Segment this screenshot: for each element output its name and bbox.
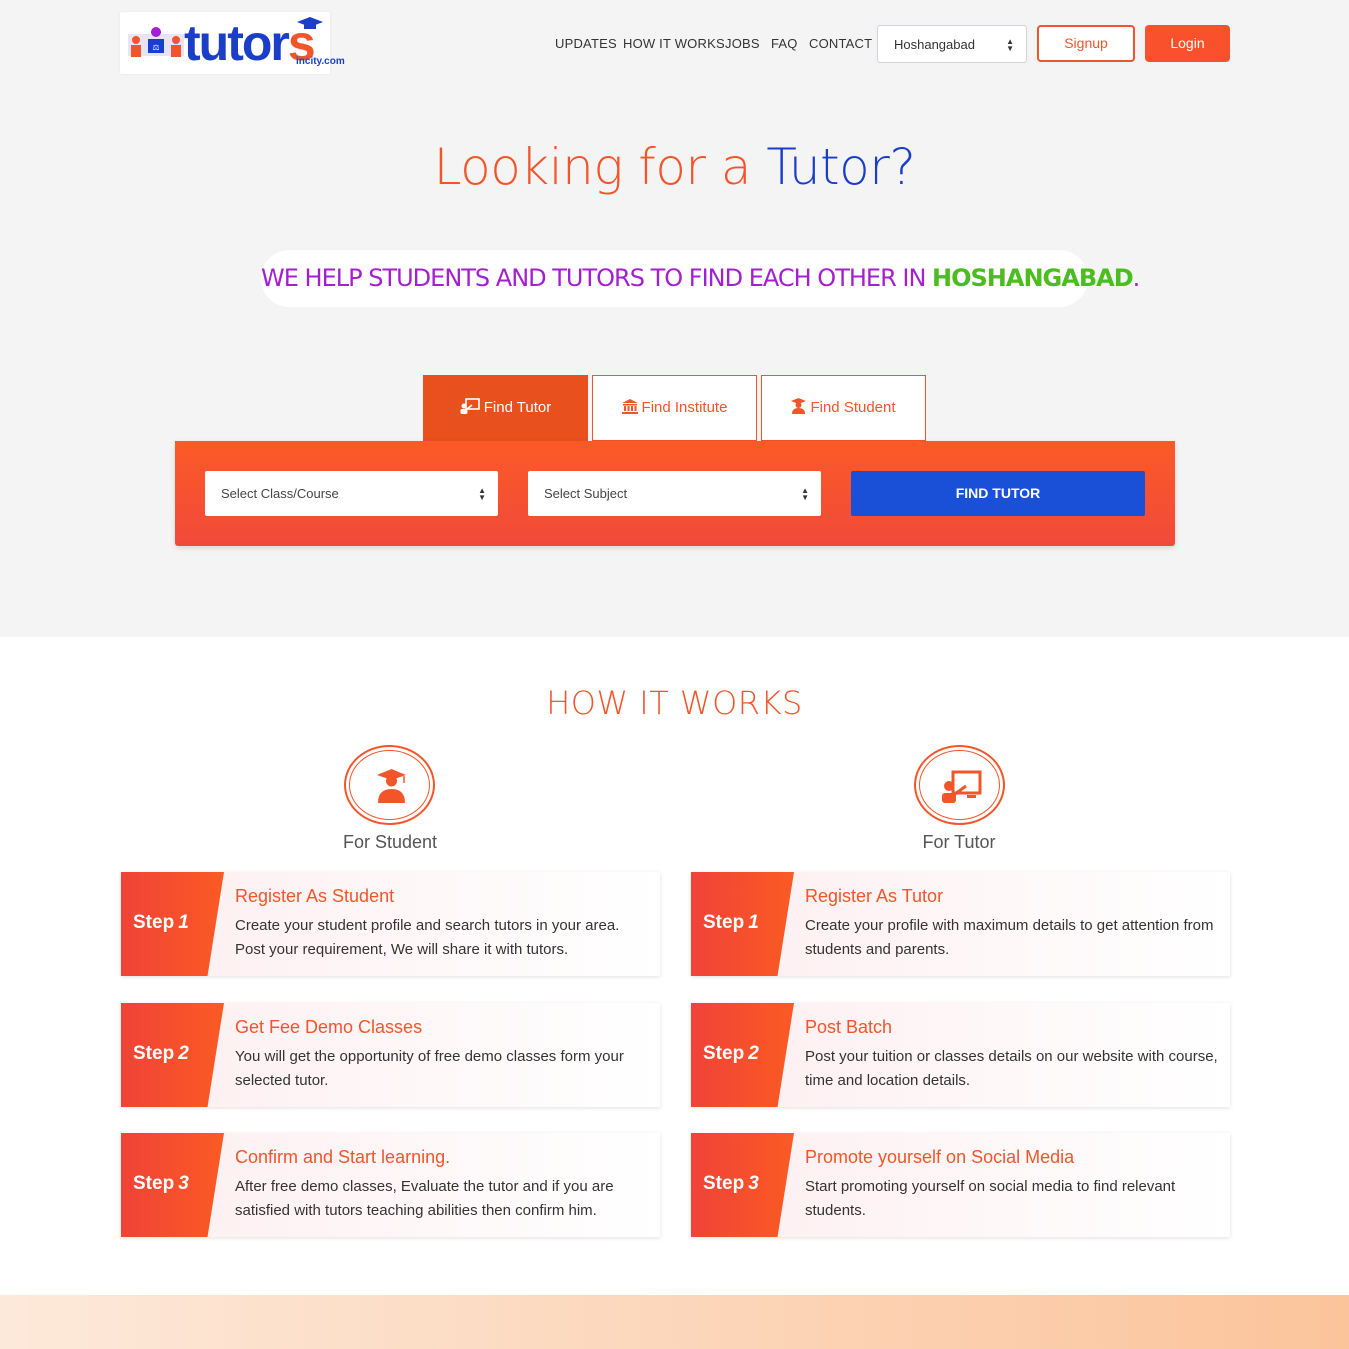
tutor-step-1: Step 1 Register As Tutor Create your prof… [691,872,1230,976]
footer-band [0,1295,1349,1349]
step-badge: Step 2 [691,1003,794,1107]
step-badge: Step 3 [691,1133,794,1237]
nav-updates[interactable]: UPDATES [555,36,617,51]
class-select-placeholder: Select Class/Course [221,486,339,501]
graduation-cap-icon [297,17,323,29]
site-logo[interactable]: ⚖ tutors incity.com [120,12,345,74]
hero-section: ⚖ tutors incity.com UPDATES HOW IT WORKS… [0,0,1349,637]
step-title: Get Fee Demo Classes [235,1017,423,1037]
logo-people-icon: ⚖ [128,27,184,57]
select-arrows-icon: ▲ ▼ [801,486,809,502]
tab-find-student[interactable]: Find Student [761,375,926,441]
step-badge: Step 1 [691,872,794,976]
class-select[interactable]: Select Class/Course ▲ ▼ [205,471,498,516]
search-panel: Select Class/Course ▲ ▼ Select Subject ▲ ▼… [175,441,1175,546]
subject-select[interactable]: Select Subject ▲ ▼ [528,471,821,516]
signup-button[interactable]: Signup [1037,25,1135,62]
step-description: You will get the opportunity of free dem… [235,1048,624,1089]
step-title: Promote yourself on Social Media [805,1147,1075,1167]
city-select[interactable]: Hoshangabad ▲ ▼ [877,25,1027,63]
step-title: Register As Student [235,886,395,906]
city-select-value: Hoshangabad [894,37,975,52]
step-description: Create your student profile and search t… [235,917,620,958]
tab-find-institute-label: Find Institute [641,399,728,416]
tab-find-tutor-label: Find Tutor [483,399,552,416]
chalkboard-teacher-icon [942,770,982,803]
nav-faq[interactable]: FAQ [771,36,798,51]
find-tutor-button[interactable]: FIND TUTOR [851,471,1145,516]
subject-select-placeholder: Select Subject [544,486,628,501]
for-tutor-label: For Tutor [922,832,996,852]
student-role-circle [344,745,435,825]
nav-contact[interactable]: CONTACT [809,36,872,51]
select-arrows-icon: ▲ ▼ [478,486,486,502]
hero-title: Looking for a Tutor? [433,138,916,196]
tab-find-student-label: Find Student [810,399,896,416]
step-description: After free demo classes, Evaluate the tu… [235,1178,614,1219]
student-step-1: Step 1 Register As Student Create your st… [121,872,660,976]
svg-text:⚖: ⚖ [152,43,159,52]
student-icon [377,769,406,803]
step-title: Register As Tutor [805,886,944,906]
step-badge: Step 3 [121,1133,224,1237]
for-student-label: For Student [342,832,438,852]
step-description: Create your profile with maximum details… [805,917,1214,958]
how-it-works-title: HOW IT WORKS [546,684,803,722]
tutor-step-2: Step 2 Post Batch Post your tuition or cl… [691,1003,1230,1107]
logo-domain: incity.com [296,56,345,67]
step-description: Start promoting yourself on social media… [805,1178,1176,1219]
hero-tagline: WE HELP STUDENTS AND TUTORS TO FIND EACH… [261,250,1140,307]
tutor-role-circle [914,745,1005,825]
logo-wordmark: tutors [184,15,316,71]
tab-find-tutor[interactable]: Find Tutor [423,375,588,441]
step-badge: Step 2 [121,1003,224,1107]
step-description: Post your tuition or classes details on … [805,1048,1218,1089]
nav-jobs[interactable]: JOBS [725,36,760,51]
student-step-3: Step 3 Confirm and Start learning. After … [121,1133,660,1237]
institution-icon [621,399,638,414]
select-arrows-icon: ▲ ▼ [1006,37,1014,53]
step-badge: Step 1 [121,872,224,976]
login-button[interactable]: Login [1145,25,1230,62]
step-title: Confirm and Start learning. [235,1147,451,1167]
tutor-step-3: Step 3 Promote yourself on Social Media S… [691,1133,1230,1237]
student-icon [791,398,807,414]
student-step-2: Step 2 Get Fee Demo Classes You will get … [121,1003,660,1107]
nav-how-it-works[interactable]: HOW IT WORKS [623,36,725,51]
step-title: Post Batch [805,1017,893,1037]
chalkboard-teacher-icon [460,398,480,414]
tab-find-institute[interactable]: Find Institute [592,375,757,441]
